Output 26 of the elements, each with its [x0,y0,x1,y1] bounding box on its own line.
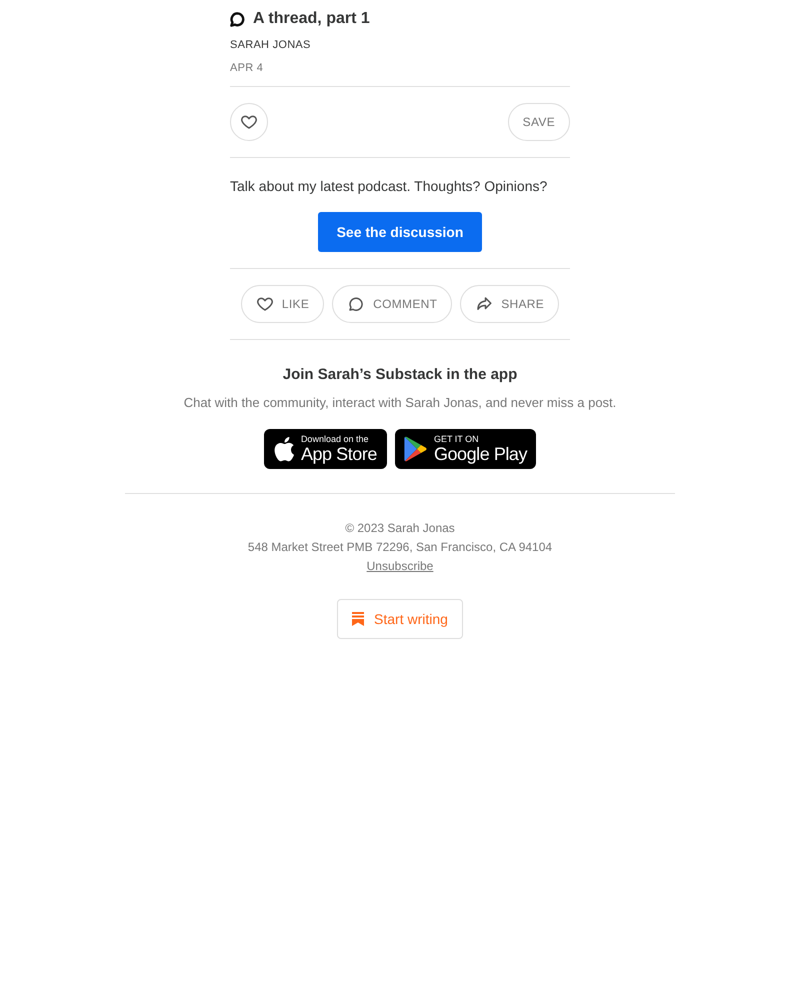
app-store-badge[interactable]: Download on the App Store [264,429,387,469]
share-button[interactable]: SHARE [460,285,560,323]
comment-button[interactable]: COMMENT [332,285,452,323]
google-play-badge[interactable]: GET IT ON Google Play [394,429,536,469]
like-button[interactable] [230,103,268,141]
share-icon [475,295,494,313]
app-promo-subtitle: Chat with the community, interact with Sarah Jonas, and never miss a post. [184,394,616,412]
bookmark-icon [352,612,364,626]
apple-icon [272,436,295,462]
author-name: SARAH JONAS [230,38,312,53]
play-icon [404,436,428,462]
app-promo-title: Join Sarah’s Substack in the app [282,365,518,385]
heart-icon [256,295,274,313]
discussion-button[interactable]: See the discussion [318,212,482,252]
like-button[interactable]: LIKE [240,285,324,323]
speech-bubble-icon [230,12,245,26]
post-body: Talk about my latest podcast. Thoughts? Opinions? [230,177,548,196]
save-button[interactable]: SAVE [508,103,570,141]
heart-icon [240,113,258,131]
comment-icon [347,295,366,313]
post-title: A thread, part 1 [253,9,370,29]
unsubscribe-link[interactable]: Unsubscribe [366,557,434,575]
start-writing-button[interactable]: Start writing [337,599,463,639]
post-date: APR 4 [230,60,264,76]
copyright-text: © 2023 Sarah Jonas [345,520,455,537]
address-text: 548 Market Street PMB 72296, San Francisco, CA 94104 [248,539,552,556]
